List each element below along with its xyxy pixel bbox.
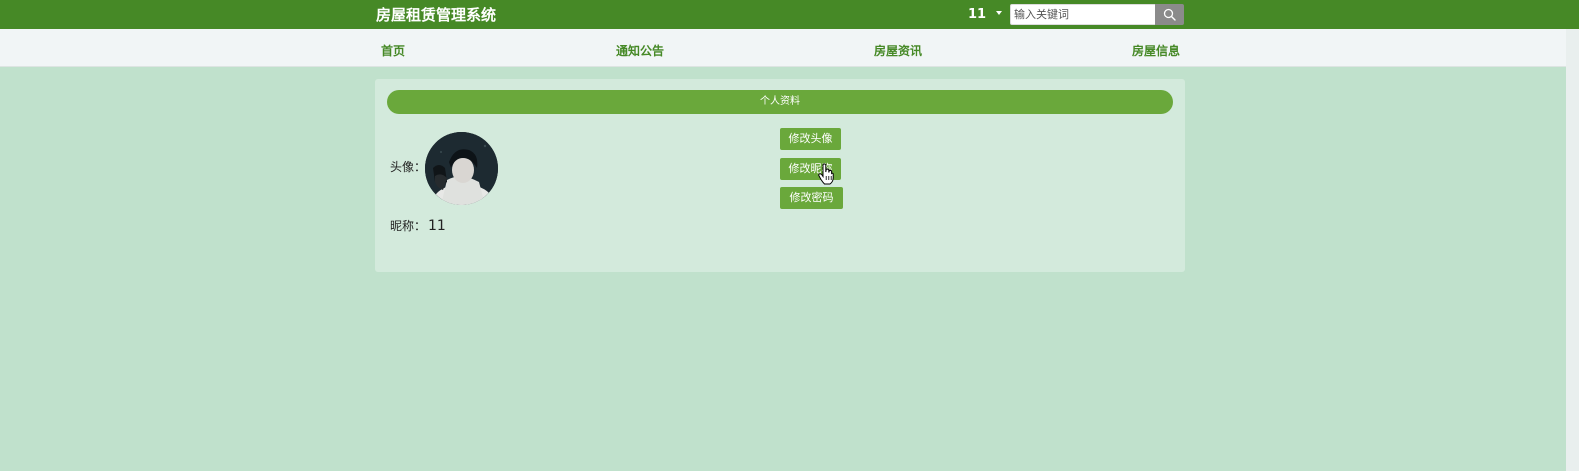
nav-item-news[interactable]: 房屋资讯	[874, 44, 922, 59]
avatar-image	[425, 132, 498, 205]
nickname-value: 11	[428, 218, 446, 234]
main-nav: 首页 通知公告 房屋资讯 房屋信息	[0, 29, 1566, 67]
nav-item-home[interactable]: 首页	[381, 44, 405, 59]
profile-panel: 个人资料 头像： 昵称： 11 修改头像 修改昵称 修改密码	[375, 79, 1185, 272]
hand-cursor-icon	[818, 163, 834, 185]
caret-down-icon	[996, 10, 1003, 15]
search-icon	[1163, 8, 1176, 21]
user-menu-dropdown[interactable]: 11	[968, 6, 1003, 23]
site-title[interactable]: 房屋租赁管理系统	[376, 5, 496, 25]
change-avatar-button[interactable]: 修改头像	[780, 128, 841, 150]
change-password-button[interactable]: 修改密码	[780, 187, 843, 209]
search-button[interactable]	[1155, 4, 1184, 25]
scrollbar-track[interactable]	[1566, 29, 1579, 471]
avatar-label: 头像：	[390, 160, 427, 174]
top-bar: 房屋租赁管理系统 11	[0, 0, 1579, 29]
search-input[interactable]	[1010, 4, 1156, 25]
nav-item-notices[interactable]: 通知公告	[616, 44, 664, 59]
nickname-row: 昵称： 11	[390, 215, 446, 234]
nav-item-houses[interactable]: 房屋信息	[1132, 44, 1180, 59]
nickname-label: 昵称：	[390, 219, 427, 233]
avatar	[425, 132, 498, 205]
section-title: 个人资料	[387, 90, 1173, 114]
user-name: 11	[968, 7, 987, 22]
